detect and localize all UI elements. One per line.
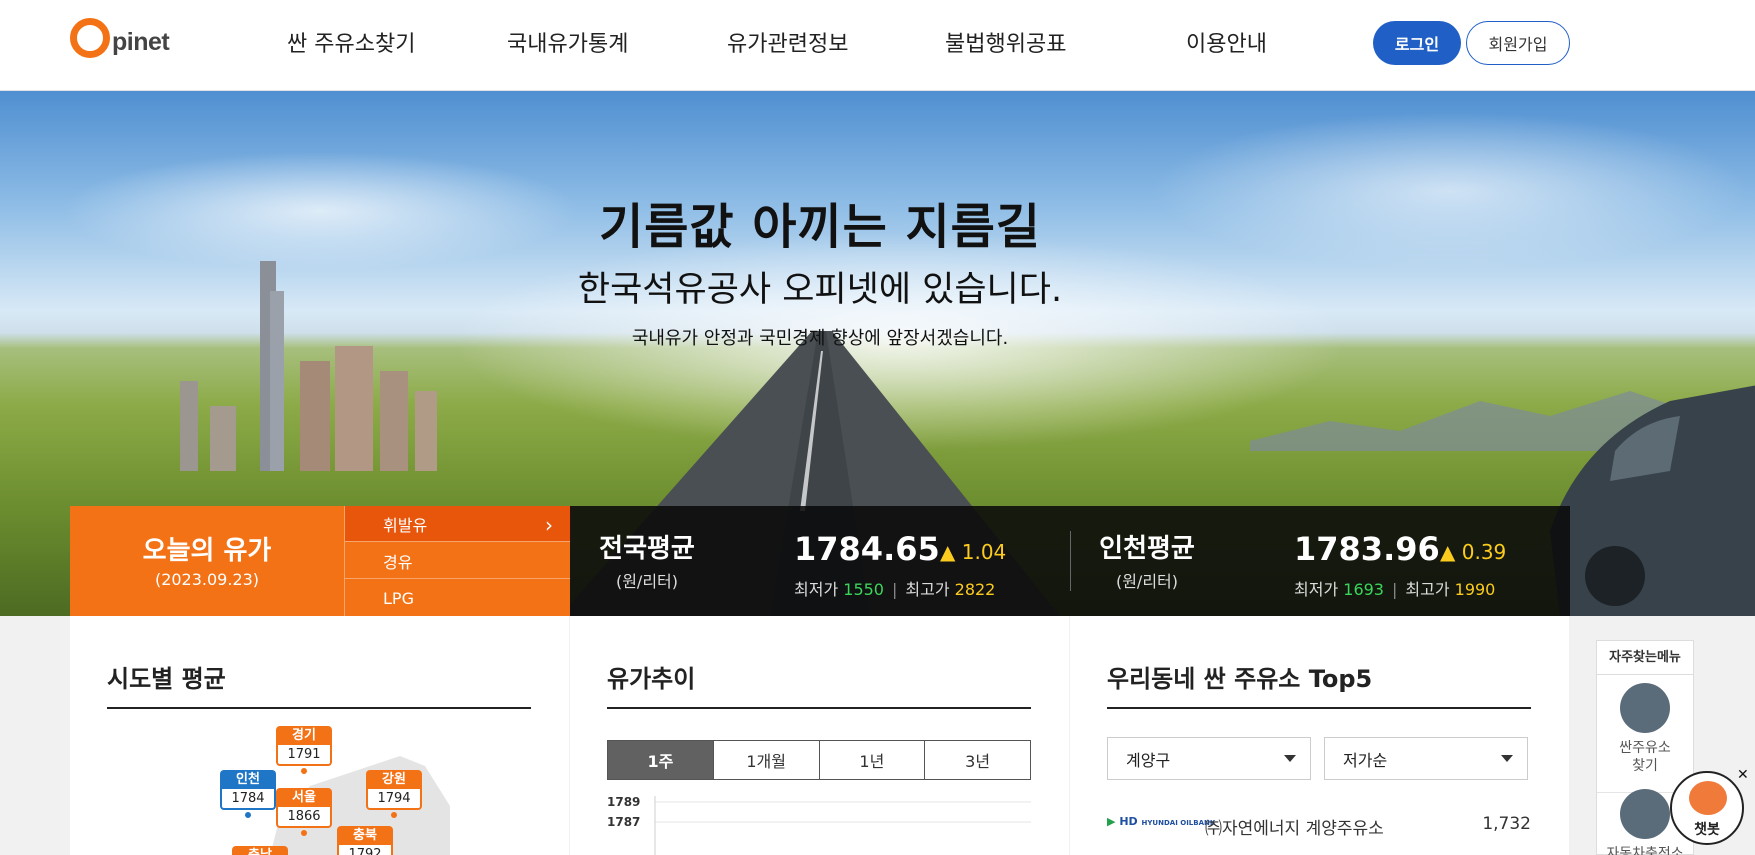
title-underline xyxy=(107,707,531,709)
today-title: 오늘의 유가 xyxy=(142,536,272,566)
map-tag-seoul[interactable]: 서울 1866 xyxy=(276,788,332,836)
trend-chart: 1789 1787 xyxy=(607,796,1031,855)
tab-1week[interactable]: 1주 xyxy=(608,741,713,779)
hero-title: 기름값 아끼는 지름길 xyxy=(599,199,1041,255)
incheon-avg-title: 인천평균 xyxy=(1099,534,1195,564)
nav-illegal-disclosure[interactable]: 불법행위공표 xyxy=(945,26,1066,58)
today-price-box: 오늘의 유가 (2023.09.23) xyxy=(70,506,344,616)
today-price-bar: 오늘의 유가 (2023.09.23) 휘발유 › 경유 LPG 전국평균 (원… xyxy=(70,506,1570,616)
top5-cheap-stations-panel: 우리동네 싼 주유소 Top5 계양구 저가순 ▶ HD HYUNDAI OIL… xyxy=(1070,616,1569,855)
incheon-avg-unit: (원/리터) xyxy=(1115,572,1179,591)
caret-down-icon xyxy=(1501,755,1513,762)
login-button[interactable]: 로그인 xyxy=(1373,21,1461,65)
national-avg-diff: ▲ 1.04 xyxy=(940,540,1007,564)
nav-cheap-station[interactable]: 싼 주유소찾기 xyxy=(287,26,415,58)
nav-oil-info[interactable]: 유가관련정보 xyxy=(727,26,848,58)
panel-title: 시도별 평균 xyxy=(107,665,226,693)
station-name: ㈜자연에너지 계양주유소 xyxy=(1205,819,1384,839)
hero-description: 국내유가 안정과 국민경제 향상에 앞장서겠습니다. xyxy=(631,328,1009,349)
logo-o-mark xyxy=(70,18,110,58)
map-tag-chungbuk[interactable]: 충북 1792 xyxy=(337,826,393,855)
quick-item-label: 자동차충전소 xyxy=(1606,846,1684,855)
chevron-right-icon: › xyxy=(545,513,553,537)
fuel-type-list: 휘발유 › 경유 LPG xyxy=(344,506,571,616)
map-tag-incheon[interactable]: 인천 1784 xyxy=(220,770,276,818)
area-select[interactable]: 계양구 xyxy=(1107,737,1311,780)
average-prices: 전국평균 (원/리터) 1784.65 ▲ 1.04 최저가 1550 | 최고가 … xyxy=(570,506,1570,616)
map-tag-gyeonggi[interactable]: 경기 1791 xyxy=(276,726,332,774)
y-tick-label: 1789 xyxy=(607,796,640,809)
hyundai-oilbank-logo: ▶ HD HYUNDAI OILBANK xyxy=(1107,815,1216,828)
title-underline xyxy=(607,707,1031,709)
sort-select[interactable]: 저가순 xyxy=(1324,737,1528,780)
quick-item-label: 싼주유소 찾기 xyxy=(1619,740,1671,774)
divider xyxy=(1070,531,1071,591)
tab-1month[interactable]: 1개월 xyxy=(712,741,819,779)
price-trend-panel: 유가추이 1주 1개월 1년 3년 1789 1787 xyxy=(570,616,1069,855)
fuel-label: 휘발유 xyxy=(383,515,428,535)
regional-average-panel: 시도별 평균 경기 1791 인천 1784 서울 1866 강원 1794 충북 179… xyxy=(70,616,569,855)
charger-icon xyxy=(1620,789,1670,839)
korea-map: 경기1791 인천1784 서울1866 강원1794 충북1792 충남 xyxy=(190,726,500,855)
fuel-label: 경유 xyxy=(383,552,413,572)
fuel-label: LPG xyxy=(383,588,414,608)
chatbot-button[interactable]: 챗봇 xyxy=(1670,771,1744,845)
map-tag-gangwon[interactable]: 강원 1794 xyxy=(366,770,422,818)
tab-1year[interactable]: 1년 xyxy=(818,741,925,779)
nav-domestic-stats[interactable]: 국내유가통계 xyxy=(507,26,628,58)
chatbot-character-icon xyxy=(1689,781,1727,815)
caret-down-icon xyxy=(1284,755,1296,762)
chatbot-label: 챗봇 xyxy=(1694,822,1720,838)
sort-select-value: 저가순 xyxy=(1343,750,1388,770)
station-row[interactable]: ▶ HD HYUNDAI OILBANK ㈜자연에너지 계양주유소 1,732 xyxy=(1107,810,1531,840)
nav-guide[interactable]: 이용안내 xyxy=(1186,26,1267,58)
site-header: pinet 싼 주유소찾기 국내유가통계 유가관련정보 불법행위공표 이용안내 … xyxy=(0,0,1755,91)
fuel-diesel[interactable]: 경유 xyxy=(345,543,571,579)
quick-cheap-station[interactable]: 싼주유소 찾기 xyxy=(1597,683,1693,793)
station-price: 1,732 xyxy=(1482,814,1531,834)
close-icon[interactable]: ✕ xyxy=(1737,767,1749,783)
hero-subtitle: 한국석유공사 오피넷에 있습니다. xyxy=(577,270,1063,310)
incheon-min-max: 최저가 1693 | 최고가 1990 xyxy=(1294,580,1496,599)
incheon-avg-price: 1783.96 xyxy=(1294,530,1440,568)
today-date: (2023.09.23) xyxy=(154,570,260,589)
fuel-lpg[interactable]: LPG xyxy=(345,580,571,616)
national-avg-unit: (원/리터) xyxy=(615,572,679,591)
opinet-logo[interactable]: pinet xyxy=(70,16,190,66)
national-min-max: 최저가 1550 | 최고가 2822 xyxy=(794,580,996,599)
map-pin-icon xyxy=(1620,683,1670,733)
panel-title: 유가추이 xyxy=(607,665,696,693)
national-avg-title: 전국평균 xyxy=(599,534,695,564)
fuel-gasoline[interactable]: 휘발유 › xyxy=(345,506,571,542)
national-avg-price: 1784.65 xyxy=(794,530,940,568)
panel-title: 우리동네 싼 주유소 Top5 xyxy=(1107,665,1373,693)
logo-text: pinet xyxy=(112,28,170,56)
area-select-value: 계양구 xyxy=(1126,750,1171,770)
quick-menu-title: 자주찾는메뉴 xyxy=(1597,641,1693,675)
incheon-avg-diff: ▲ 0.39 xyxy=(1440,540,1507,564)
y-tick-label: 1787 xyxy=(607,815,640,829)
tab-3year[interactable]: 3년 xyxy=(924,741,1030,779)
trend-period-tabs: 1주 1개월 1년 3년 xyxy=(607,740,1031,780)
signup-button[interactable]: 회원가입 xyxy=(1466,21,1570,65)
map-tag-chungnam[interactable]: 충남 xyxy=(232,846,288,855)
title-underline xyxy=(1107,707,1531,709)
